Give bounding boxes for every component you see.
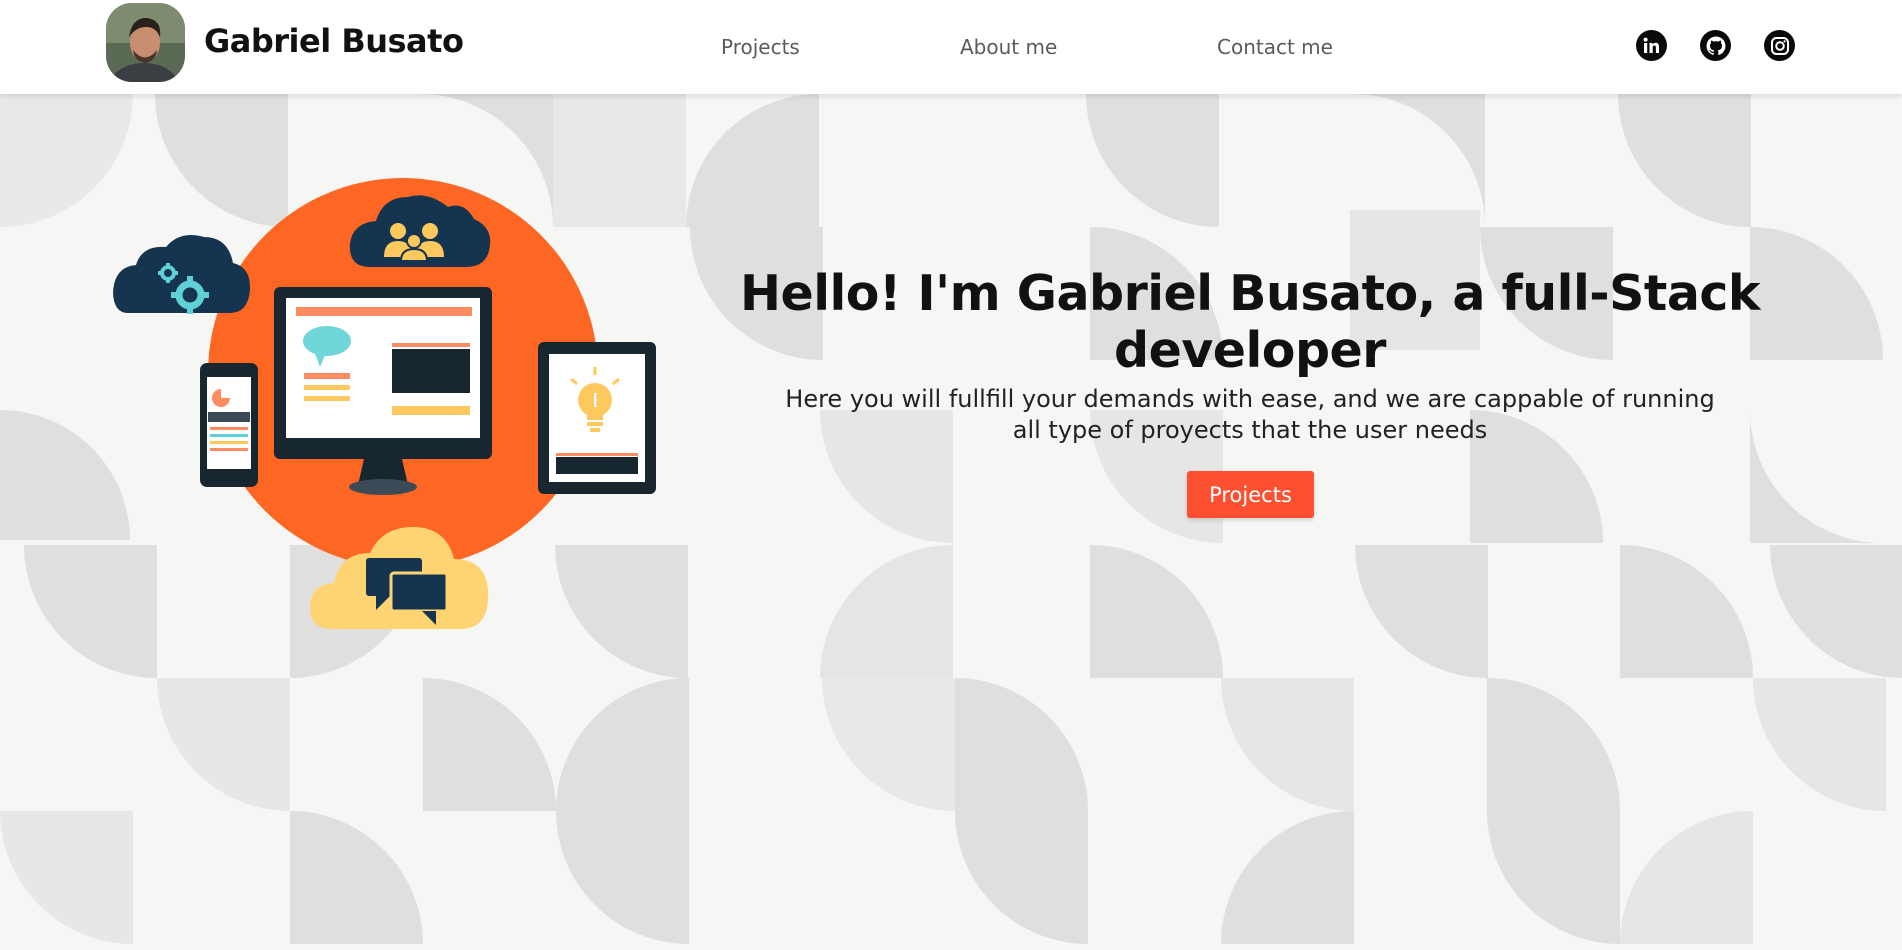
instagram-link[interactable] [1764,30,1795,61]
instagram-icon [1770,36,1789,55]
brand-name: Gabriel Busato [204,22,464,60]
nav-about-me[interactable]: About me [960,35,1057,59]
avatar[interactable] [106,3,185,82]
linkedin-link[interactable] [1636,30,1667,61]
projects-button[interactable]: Projects [1187,471,1314,518]
hero-subtext: Here you will fullfill your demands with… [785,385,1715,444]
site-header: Gabriel Busato Projects About me Contact… [0,0,1902,94]
nav-projects[interactable]: Projects [721,35,800,59]
linkedin-icon [1643,37,1659,53]
hero-illustration [113,178,656,629]
tablet-lightbulb-icon [538,342,656,494]
mobile-phone-icon [200,363,258,487]
gears-cloud-icon [113,234,251,314]
profile-photo [106,3,185,82]
github-icon [1706,36,1725,55]
hero-headline: Hello! I'm Gabriel Busato, a full-Stack … [739,265,1761,379]
nav-contact-me[interactable]: Contact me [1217,35,1333,59]
github-link[interactable] [1700,30,1731,61]
